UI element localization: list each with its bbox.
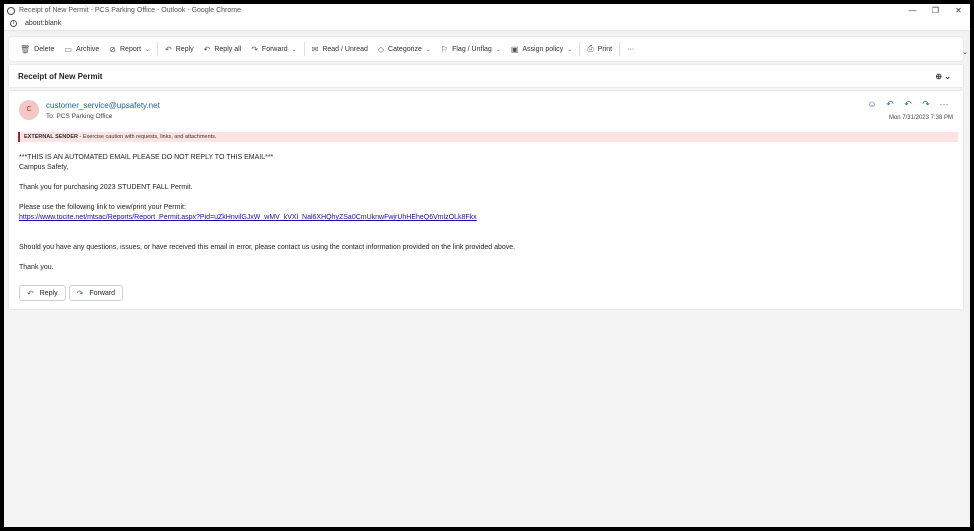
chevron-down-icon[interactable]: ⌄	[567, 46, 572, 53]
tag-icon: ◇	[377, 44, 385, 54]
chrome-icon	[7, 6, 15, 15]
toolbar-divider	[579, 42, 581, 56]
body-line: Campus Safety,	[19, 164, 69, 171]
url-text: about:blank	[25, 20, 62, 27]
forward-icon: ↷	[76, 288, 84, 298]
archive-icon: ▭	[64, 44, 72, 54]
archive-label: Archive	[75, 45, 100, 53]
report-label: Report	[120, 45, 142, 53]
minimize-button[interactable]: —	[901, 6, 924, 15]
window-title: Receipt of New Permit - PCS Parking Offi…	[19, 7, 242, 14]
outlook-content: 🗑 Delete ▭ Archive ⊘ Report ⌄ ↶ Reply ↶ Reply …	[4, 32, 970, 527]
forward-bottom-button[interactable]: ↷ Forward	[68, 285, 123, 301]
ellipsis-icon: ···	[627, 45, 635, 53]
assign-policy-button[interactable]: ▣ Assign policy ⌄	[506, 39, 577, 59]
emoji-icon[interactable]: ☺	[863, 99, 881, 110]
reply-actions: ↶ Reply ↷ Forward	[19, 285, 126, 301]
envelope-icon: ✉	[311, 44, 319, 54]
message-date: Mon 7/31/2023 7:38 PM	[888, 115, 953, 121]
read-unread-label: Read / Unread	[322, 45, 368, 53]
flag-icon: ⚐	[440, 44, 449, 54]
reply-all-icon[interactable]: ↶	[899, 99, 917, 110]
reply-all-button[interactable]: ↶ Reply all	[199, 39, 247, 59]
subject-title: Receipt of New Permit	[18, 71, 103, 81]
message-actions: ☺ ↶ ↶ ↷ ···	[863, 99, 953, 110]
avatar[interactable]: C	[19, 100, 39, 120]
banner-text: - Exercise caution with requests, links,…	[78, 134, 217, 140]
message-pane: C customer_service@upsafety.net To: PCS …	[9, 91, 963, 309]
flag-button[interactable]: ⚐ Flag / Unflag ⌄	[436, 39, 506, 59]
report-button[interactable]: ⊘ Report ⌄	[104, 39, 155, 59]
archive-button[interactable]: ▭ Archive	[59, 39, 104, 59]
title-bar: Receipt of New Permit - PCS Parking Offi…	[4, 4, 970, 17]
message-body: ***THIS IS AN AUTOMATED EMAIL PLEASE DO …	[19, 153, 949, 273]
chevron-down-icon[interactable]: ⌄	[292, 46, 297, 53]
reply-label: Reply	[175, 45, 194, 53]
more-icon[interactable]: ···	[935, 99, 953, 110]
print-label: Print	[597, 45, 613, 53]
body-line: Thank you for purchasing 2023 STUDENT FA…	[19, 184, 193, 191]
banner-label: EXTERNAL SENDER	[24, 134, 78, 140]
forward-icon[interactable]: ↷	[917, 99, 935, 110]
forward-button[interactable]: ↷ Forward ⌄	[246, 39, 301, 59]
command-toolbar: 🗑 Delete ▭ Archive ⊘ Report ⌄ ↶ Reply ↶ Reply …	[9, 37, 963, 61]
body-line: Thank you.	[19, 264, 54, 271]
chevron-down-icon[interactable]: ⌄	[426, 46, 431, 53]
external-sender-banner: EXTERNAL SENDER - Exercise caution with …	[18, 132, 958, 142]
forward-bottom-label: Forward	[89, 289, 115, 297]
reply-bottom-button[interactable]: ↶ Reply	[19, 285, 66, 301]
reply-icon: ↶	[165, 44, 172, 54]
address-bar[interactable]: i about:blank	[4, 17, 970, 31]
forward-icon: ↷	[251, 44, 258, 54]
body-line: Should you have any questions, issues, o…	[19, 244, 516, 251]
toolbar-divider	[303, 42, 305, 56]
collapse-ribbon-icon[interactable]: ⌄	[962, 48, 968, 56]
delete-button[interactable]: 🗑 Delete	[15, 39, 59, 59]
info-icon[interactable]: i	[10, 20, 17, 27]
permit-link[interactable]: https://www.tocite.net/mtsac/Reports/Rep…	[19, 214, 477, 221]
reply-button[interactable]: ↶ Reply	[160, 39, 199, 59]
flag-label: Flag / Unflag	[452, 45, 492, 53]
browser-window: Receipt of New Permit - PCS Parking Offi…	[4, 4, 970, 527]
body-line: ***THIS IS AN AUTOMATED EMAIL PLEASE DO …	[19, 154, 274, 161]
report-icon: ⊘	[109, 44, 116, 54]
body-line: Please use the following link to view/pr…	[19, 204, 186, 211]
policy-icon: ▣	[510, 44, 519, 54]
chevron-down-icon[interactable]: ⌄	[496, 46, 501, 53]
more-actions-button[interactable]: ···	[622, 39, 639, 59]
reply-all-icon: ↶	[203, 44, 211, 54]
reply-icon[interactable]: ↶	[881, 99, 899, 110]
reply-bottom-label: Reply	[39, 289, 58, 297]
categorize-button[interactable]: ◇ Categorize ⌄	[373, 39, 436, 59]
recipient-line: To: PCS Parking Office	[46, 113, 113, 120]
subject-bar: Receipt of New Permit ⊕ ⌄	[9, 65, 963, 87]
reply-icon: ↶	[27, 288, 34, 298]
restore-button[interactable]: ❐	[924, 6, 947, 15]
toolbar-divider	[619, 42, 621, 56]
forward-label: Forward	[261, 45, 288, 53]
print-button[interactable]: ⎙ Print	[582, 39, 617, 59]
sender-email[interactable]: customer_service@upsafety.net	[46, 101, 160, 110]
toolbar-divider	[157, 42, 159, 56]
window-controls: — ❐ ✕	[901, 6, 970, 15]
assign-policy-label: Assign policy	[522, 45, 564, 53]
printer-icon: ⎙	[587, 44, 594, 53]
reply-all-label: Reply all	[214, 45, 242, 53]
delete-label: Delete	[34, 45, 55, 53]
zoom-icon[interactable]: ⊕ ⌄	[935, 72, 951, 81]
close-button[interactable]: ✕	[947, 6, 970, 15]
categorize-label: Categorize	[388, 45, 422, 53]
trash-icon: 🗑	[20, 44, 31, 54]
chevron-down-icon[interactable]: ⌄	[145, 46, 150, 53]
read-unread-button[interactable]: ✉ Read / Unread	[307, 39, 373, 59]
